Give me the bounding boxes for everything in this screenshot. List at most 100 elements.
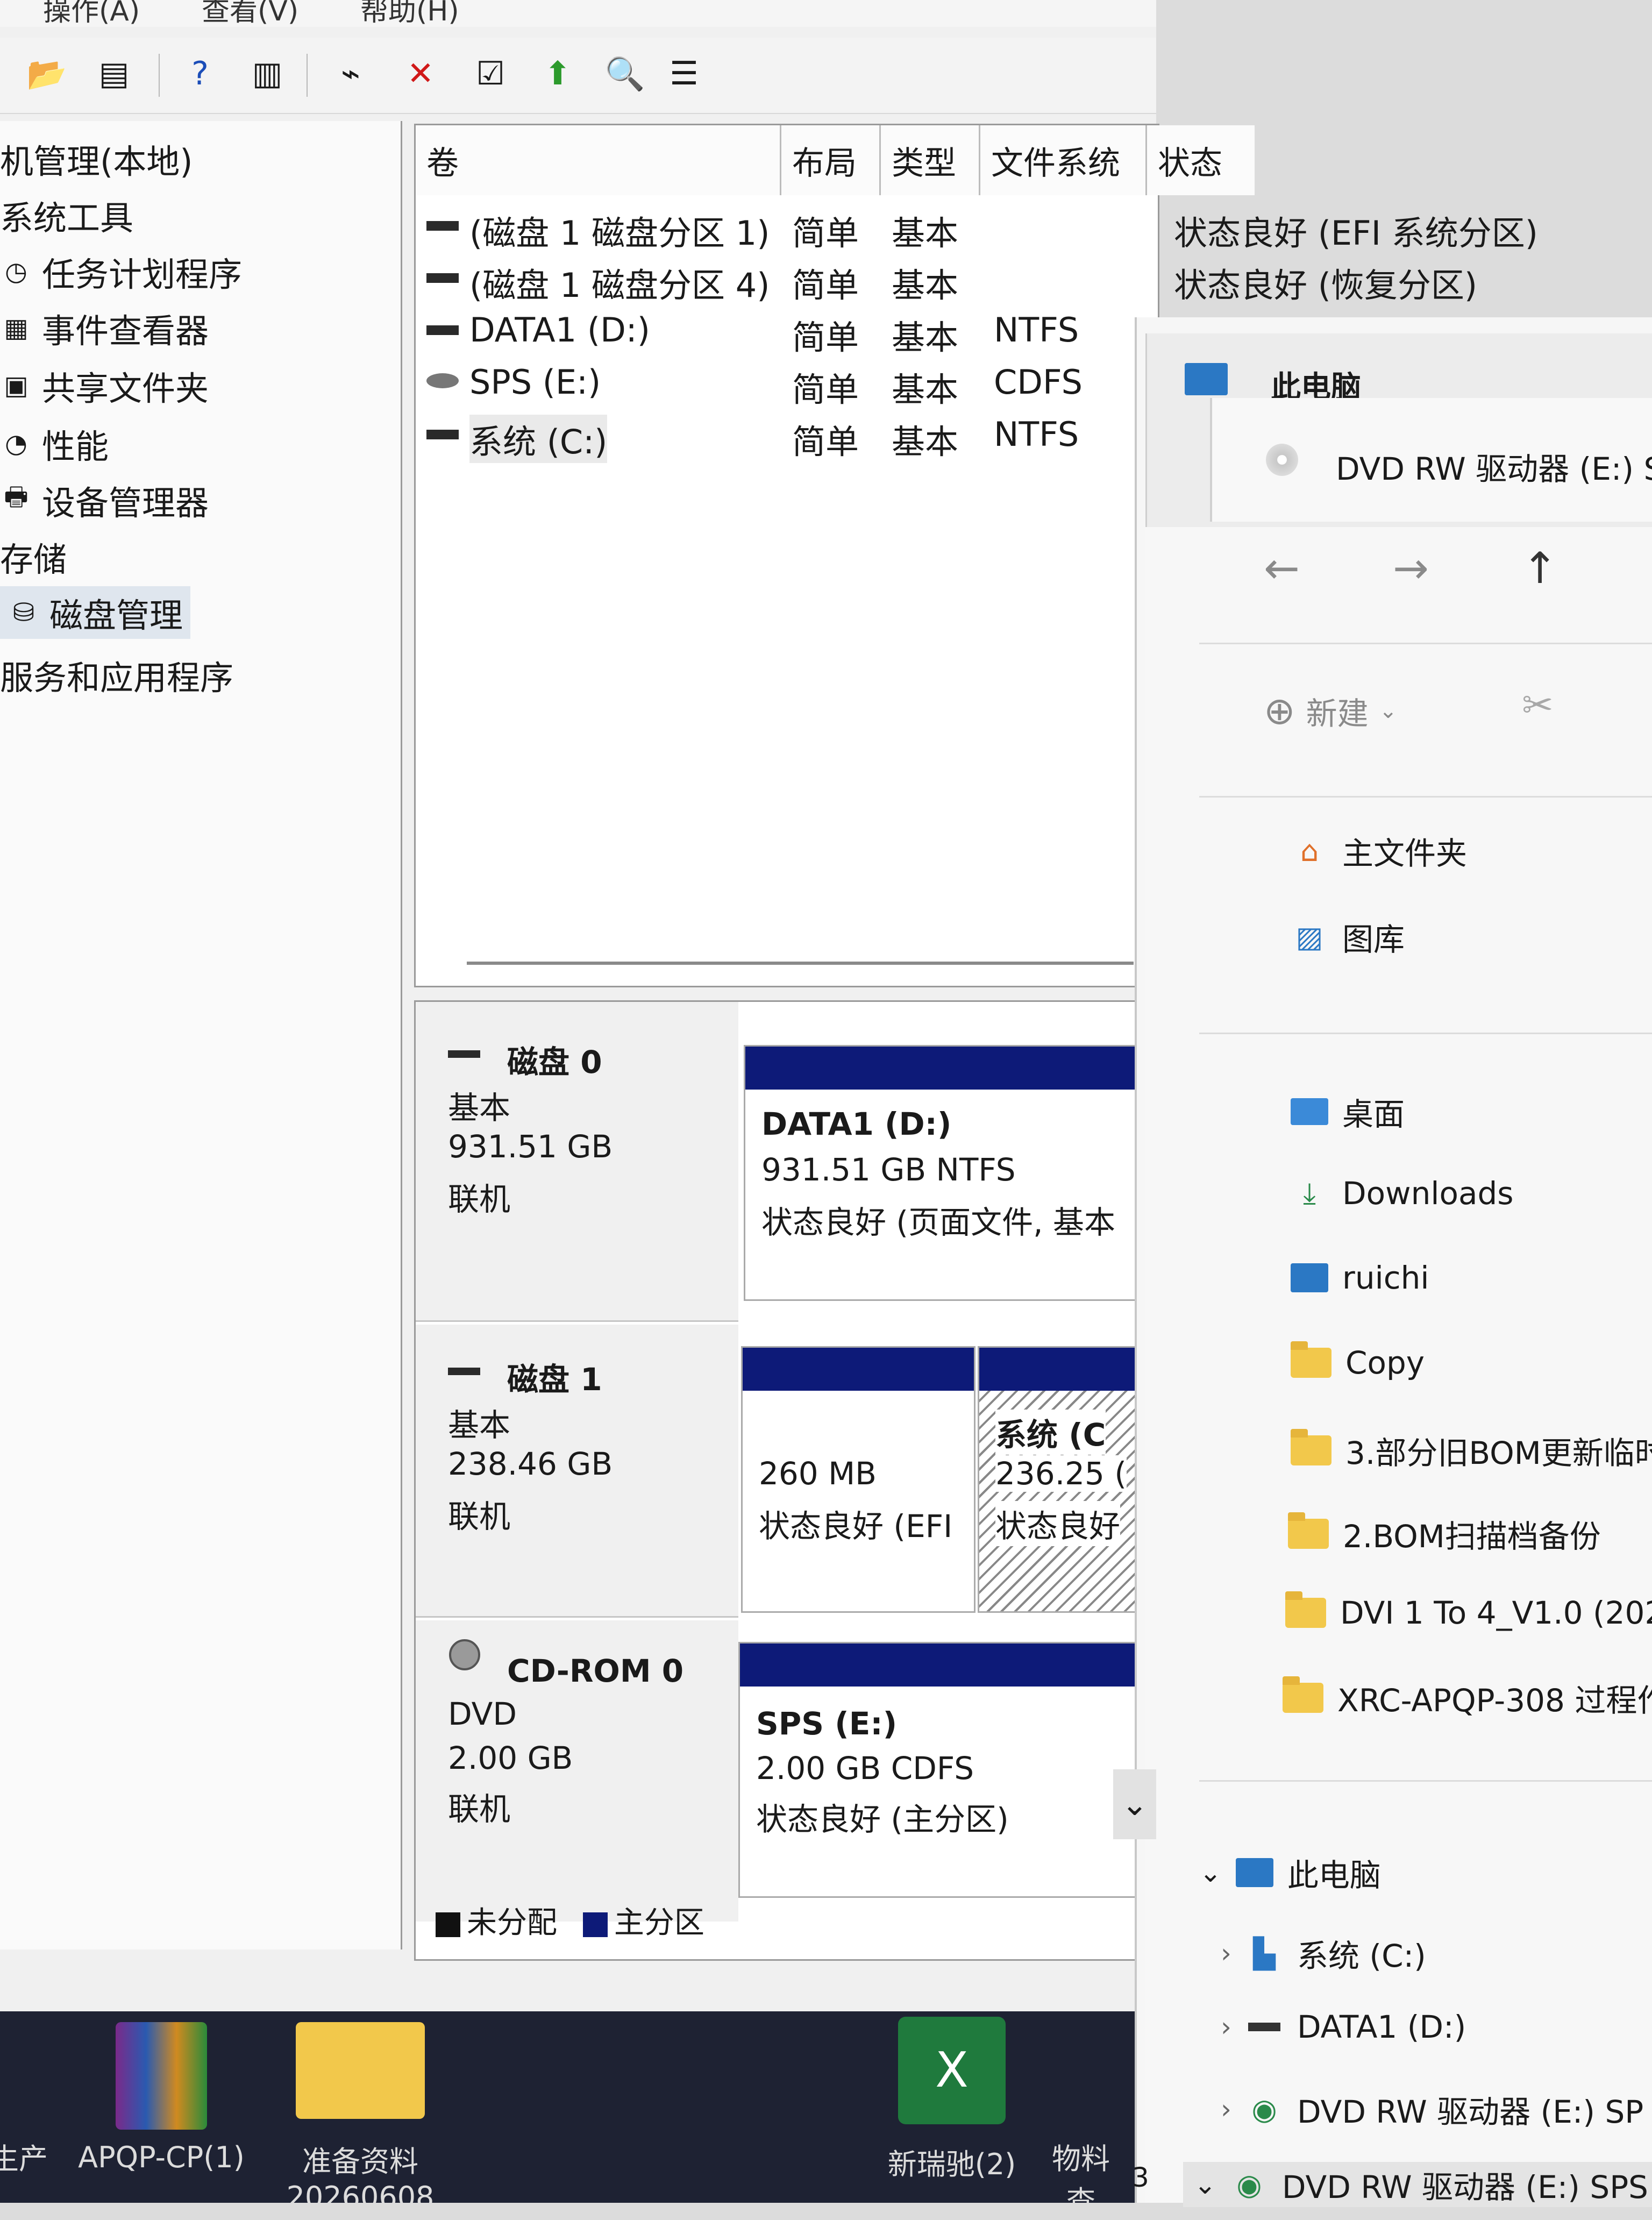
plus-icon: ⊕ [1264,689,1295,733]
tree-task-scheduler[interactable]: ◷ 任务计划程序 [0,247,242,296]
quick-item[interactable]: XRC-APQP-308 过程作 [1283,1675,1652,1720]
quick-item[interactable]: ⤓ Downloads [1291,1175,1513,1212]
legend-primary: 主分区 [614,1905,704,1940]
col-filesystem[interactable]: 文件系统 [980,125,1147,195]
chevron-down-icon: ⌄ [1194,2169,1216,2200]
dvd-icon [1266,444,1298,476]
tree-system-tools[interactable]: 系统工具 [0,191,133,239]
menu-bar: 操作(A) 查看(V) 帮助(H) [0,0,1156,27]
device-manager-icon: 🖶 [4,481,29,512]
quick-item[interactable]: ruichi [1291,1260,1429,1296]
drive-e-selected[interactable]: ⌄ ◉ DVD RW 驱动器 (E:) SPS [1183,2162,1652,2207]
partition-data1[interactable]: DATA1 (D:) 931.51 GB NTFS 状态良好 (页面文件, 基本 [744,1045,1161,1301]
explorer-tab[interactable]: DVD RW 驱动器 (E:) S [1210,398,1652,522]
volume-row[interactable]: (磁盘 1 磁盘分区 1) 简单 基本 状态良好 (EFI 系统分区) [416,201,1538,253]
quick-item[interactable]: 2.BOM扫描档备份 [1288,1511,1601,1556]
delete-icon[interactable]: ✕ [398,51,443,96]
desktop-icon-prep[interactable]: 准备资料 20260608 [269,2022,452,2214]
nav-gallery[interactable]: ▨ 图库 [1291,914,1405,959]
volume-row[interactable]: (磁盘 1 磁盘分区 4) 简单 基本 状态良好 (恢复分区) [416,253,1477,305]
chevron-down-icon: ⌄ [1379,699,1398,723]
desktop-icon-materials[interactable]: 物料 查 [1038,2135,1124,2220]
disk-0-label[interactable]: 磁盘 0 基本 931.51 GB 联机 [416,1002,738,1322]
legend-unallocated: 未分配 [467,1905,557,1940]
volume-row[interactable]: SPS (E:) 简单 基本 CDFS [416,357,1158,409]
col-type[interactable]: 类型 [881,125,980,195]
tree-disk-management[interactable]: ⛁ 磁盘管理 [0,586,191,639]
disk-management-window: 操作(A) 查看(V) 帮助(H) 📂 ▤ ? ▥ ⌁ ✕ ☑ ⬆ 🔍 ☰ 机管… [0,0,1538,2011]
drive-e[interactable]: › ◉ DVD RW 驱动器 (E:) SP [1221,2087,1643,2132]
connect-drive-icon[interactable]: ⌁ [328,51,373,96]
volume-icon [426,325,459,335]
tree-shared-folders[interactable]: ▣ 共享文件夹 [0,361,209,410]
horizontal-scrollbar[interactable] [467,962,1134,965]
dvd-drive-icon: ◉ [1236,2167,1262,2202]
check-icon[interactable]: ☑ [468,51,513,96]
new-button[interactable]: ⊕ 新建 ⌄ [1264,688,1397,734]
nav-this-pc[interactable]: ⌄ 此电脑 [1199,1850,1381,1895]
quick-item[interactable]: Copy [1291,1341,1425,1381]
edge-number: 3 [1132,2162,1149,2193]
quick-item[interactable]: 桌面 [1291,1089,1405,1134]
folder-icon [1291,1429,1331,1465]
chevron-right-icon: › [1221,2011,1231,2043]
quick-item[interactable]: DVI 1 To 4_V1.0 (202 [1285,1591,1652,1631]
drive-c[interactable]: › ▙ 系统 (C:) [1221,1931,1426,1976]
disk-1-label[interactable]: 磁盘 1 基本 238.46 GB 联机 [416,1325,738,1618]
properties-icon[interactable]: ☰ [661,51,707,96]
partition-system-c[interactable]: 系统 (C 236.25 ( 状态良好 [978,1346,1161,1613]
help-icon[interactable]: ? [177,51,223,96]
tree-device-manager[interactable]: 🖶 设备管理器 [0,476,209,524]
volume-icon [426,221,459,231]
menu-view[interactable]: 查看(V) [202,0,298,29]
forward-arrow-icon[interactable]: → [1393,543,1429,593]
menu-help[interactable]: 帮助(H) [360,0,459,29]
toolbar: 📂 ▤ ? ▥ ⌁ ✕ ☑ ⬆ 🔍 ☰ [0,38,1156,114]
dvd-drive-icon: ◉ [1251,2092,1277,2126]
folder-up-icon[interactable]: 📂 [24,51,69,96]
action-pane-icon[interactable]: ▥ [245,51,290,96]
volume-row[interactable]: 系统 (C:) 简单 基本 NTFS [416,409,1158,463]
nav-home[interactable]: ⌂ 主文件夹 [1291,828,1467,873]
desktop-icon-apqp[interactable]: APQP-CP(1) [70,2022,253,2174]
col-layout[interactable]: 布局 [781,125,881,195]
back-arrow-icon[interactable]: ← [1264,543,1300,593]
search-icon[interactable]: 🔍 [602,51,647,96]
computer-icon [1235,1856,1273,1889]
drive-d[interactable]: › DATA1 (D:) [1221,2009,1466,2045]
desktop-strip: 生产 APQP-CP(1) 准备资料 20260608 X 新瑞驰(2) 物料 … [0,2011,1156,2218]
up-arrow-icon[interactable]: ↑ [1522,543,1558,593]
console-tree-icon[interactable]: ▤ [91,51,137,96]
disk-icon [448,1050,480,1058]
console-tree: 机管理(本地) 系统工具 ◷ 任务计划程序 ▦ 事件查看器 ▣ 共享文件夹 ◔ 性能 🖶… [0,121,402,1949]
partition-sps[interactable]: SPS (E:) 2.00 GB CDFS 状态良好 (主分区) [738,1642,1161,1898]
col-status[interactable]: 状态 [1147,125,1255,195]
col-volume[interactable]: 卷 [416,125,781,195]
tree-services-apps[interactable]: 服务和应用程序 [0,651,233,699]
legend: 未分配 主分区 [436,1898,704,1942]
scroll-down-button[interactable]: ⌄ [1113,1769,1156,1839]
disk-graph-view: 磁盘 0 基本 931.51 GB 联机 DATA1 (D:) 931.51 G… [414,1000,1161,1961]
folder-icon [1283,1676,1323,1713]
up-arrow-icon[interactable]: ⬆ [535,51,580,96]
menu-action[interactable]: 操作(A) [43,0,140,29]
tree-performance[interactable]: ◔ 性能 [0,419,109,468]
tree-storage[interactable]: 存储 [0,532,67,581]
monitor-icon [1291,1262,1328,1294]
tree-root[interactable]: 机管理(本地) [0,134,193,183]
cd-icon [449,1639,480,1670]
quick-item[interactable]: 3.部分旧BOM更新临时 [1291,1428,1652,1473]
desktop-icon-production[interactable]: 生产 [0,2135,59,2178]
desktop-icon-xinruichi[interactable]: X 新瑞驰(2) [860,2017,1043,2183]
disk-icon: ⛁ [12,597,35,628]
cut-icon[interactable]: ✂ [1522,683,1554,727]
excel-icon: X [898,2017,1006,2124]
folder-icon [296,2022,425,2119]
cdrom-0-label[interactable]: CD-ROM 0 DVD 2.00 GB 联机 [416,1620,738,1922]
volume-row[interactable]: DATA1 (D:) 简单 基本 NTFS [416,305,1158,357]
volume-icon [426,430,459,439]
tree-event-viewer[interactable]: ▦ 事件查看器 [0,304,209,352]
partition-efi[interactable]: 260 MB 状态良好 (EFI [741,1346,975,1613]
event-log-icon: ▦ [4,313,29,343]
unallocated-swatch [436,1912,460,1937]
